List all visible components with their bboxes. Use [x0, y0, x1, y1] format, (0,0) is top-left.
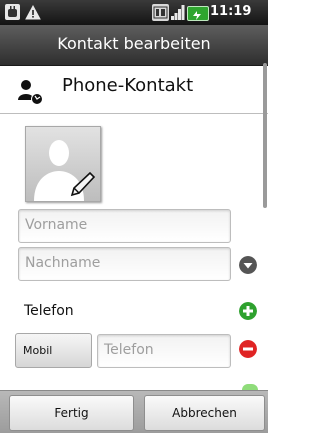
- expand-name-chevron-icon[interactable]: [239, 256, 257, 274]
- signal-strength-icon: [171, 5, 185, 20]
- battery-icon: [187, 6, 209, 21]
- warning-icon: [25, 5, 41, 20]
- done-button[interactable]: Fertig: [9, 395, 134, 431]
- network-3g-icon: [152, 4, 169, 21]
- page-title: Kontakt bearbeiten: [57, 34, 211, 53]
- phone-number-placeholder: Telefon: [104, 342, 154, 358]
- status-time: 11:19: [210, 4, 252, 19]
- phone-number-field[interactable]: Telefon: [97, 334, 231, 368]
- account-label: Phone-Kontakt: [62, 75, 194, 96]
- phone-type-selector[interactable]: Mobil: [15, 333, 92, 368]
- phone-section-label: Telefon: [24, 303, 74, 319]
- cancel-button[interactable]: Abbrechen: [144, 395, 265, 431]
- title-bar: Kontakt bearbeiten: [0, 25, 268, 66]
- phone-contact-account-icon: [18, 80, 43, 105]
- last-name-field[interactable]: Nachname: [18, 247, 231, 281]
- usb-debug-icon: [5, 4, 20, 20]
- contact-photo[interactable]: [25, 126, 101, 202]
- add-phone-icon[interactable]: [239, 302, 257, 320]
- scrollbar[interactable]: [263, 63, 267, 208]
- last-name-placeholder: Nachname: [25, 255, 101, 271]
- header-divider: [0, 113, 268, 114]
- bottom-action-bar: Fertig Abbrechen: [0, 390, 268, 433]
- remove-phone-icon[interactable]: [239, 340, 257, 358]
- status-bar: 11:19: [0, 0, 268, 25]
- phone-type-label: Mobil: [23, 344, 53, 357]
- first-name-field[interactable]: Vorname: [18, 209, 231, 243]
- first-name-placeholder: Vorname: [25, 217, 88, 233]
